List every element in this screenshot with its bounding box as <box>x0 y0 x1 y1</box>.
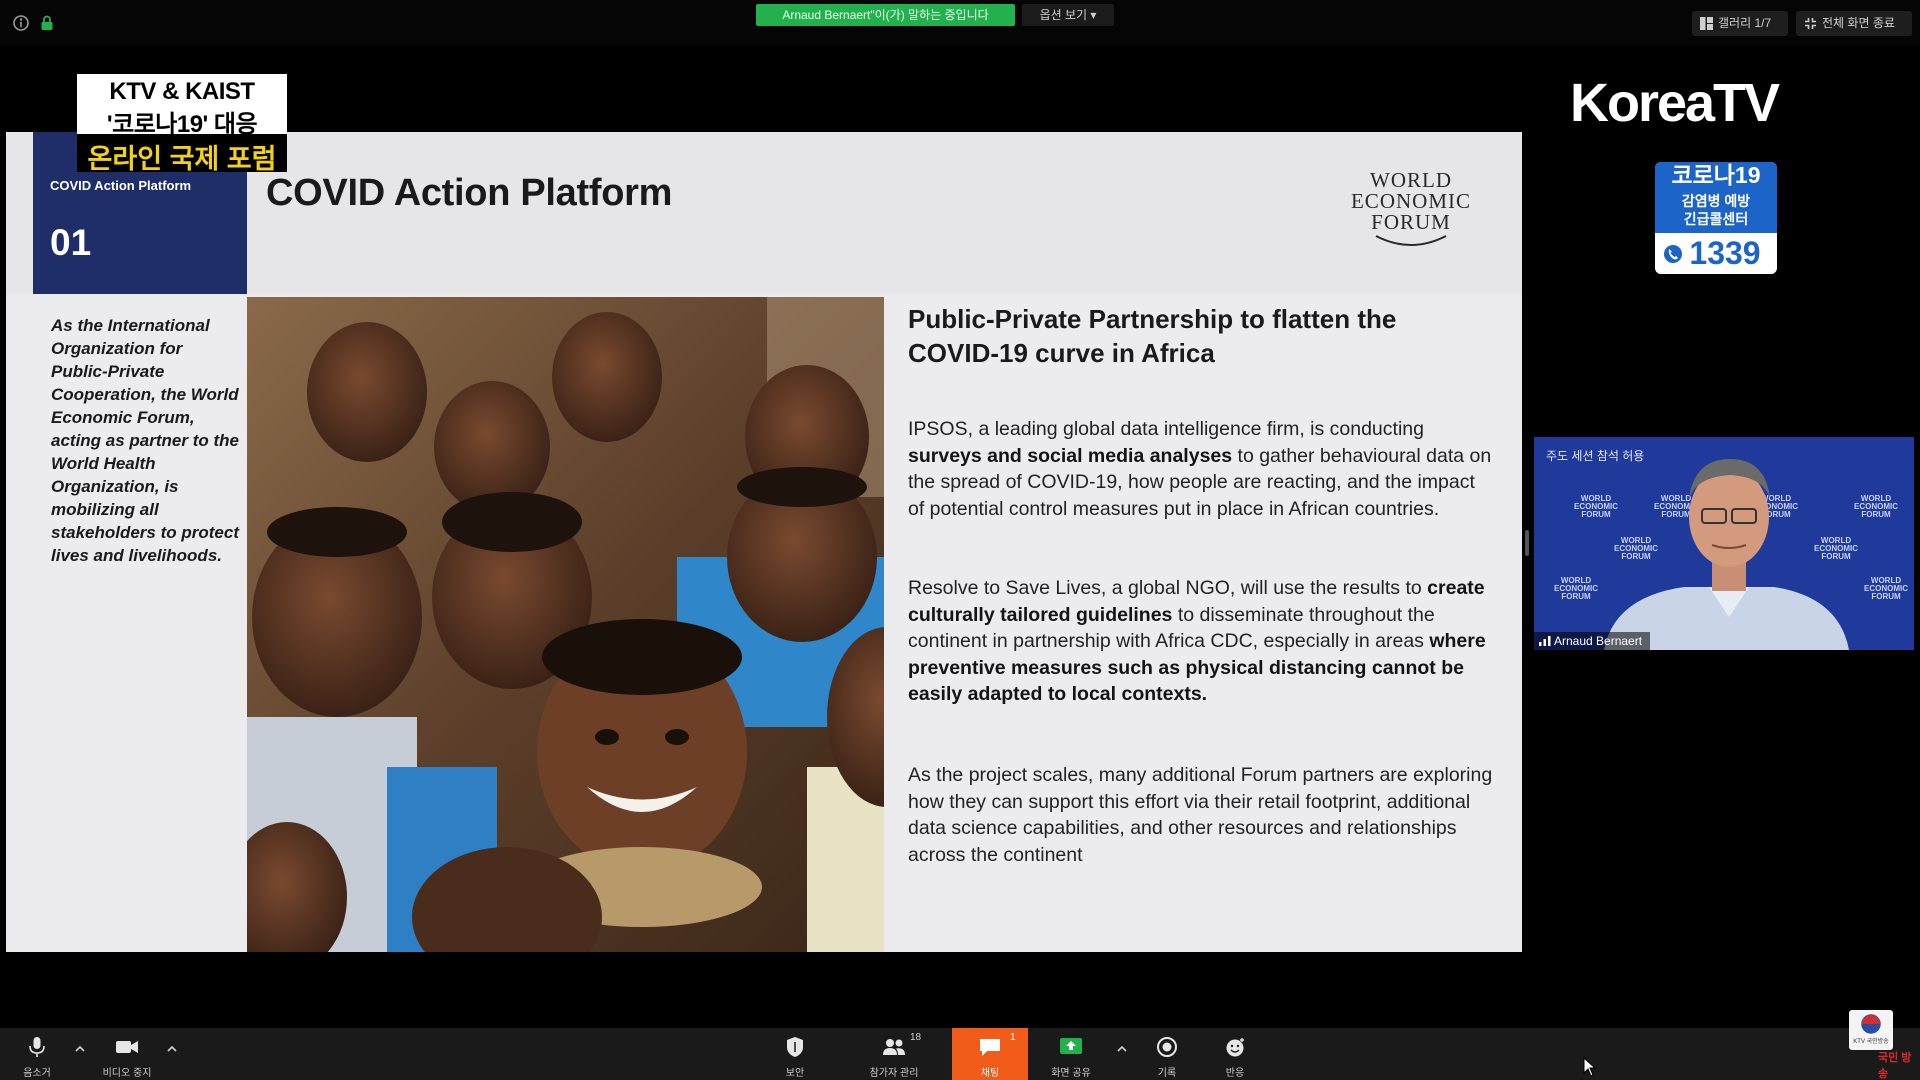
stop-video-label: 비디오 중지 <box>102 1068 152 1079</box>
meeting-info-icon[interactable] <box>12 14 30 32</box>
active-speaker-banner: Arnaud Bernaert"이(가) 말하는 중입니다 <box>756 4 1015 26</box>
logo-swoosh-icon <box>1375 235 1447 246</box>
signal-strength-icon <box>1539 636 1551 646</box>
participants-count: 18 <box>910 1032 922 1043</box>
reactions-label: 반응 <box>1225 1068 1245 1079</box>
badge-top-panel: KTV & KAIST '코로나19' 대응 <box>77 74 287 138</box>
record-icon <box>1157 1037 1177 1057</box>
mute-label: 음소거 <box>23 1068 51 1079</box>
exit-fullscreen-icon <box>1805 18 1816 29</box>
shield-icon <box>787 1037 803 1057</box>
para2-text-a: Resolve to Save Lives, a global NGO, wil… <box>908 577 1428 599</box>
section-label: COVID Action Platform <box>50 178 192 193</box>
logo-line-economic: ECONOMIC <box>1350 189 1471 213</box>
record-button[interactable]: 기록 <box>1148 1028 1186 1080</box>
stop-video-button[interactable]: 비디오 중지 <box>98 1028 156 1080</box>
security-label: 보안 <box>785 1068 805 1079</box>
children-photo <box>247 297 884 952</box>
slide-side-caption: As the International Organization for Pu… <box>51 316 239 565</box>
resolve-paragraph: Resolve to Save Lives, a global NGO, wil… <box>908 575 1493 708</box>
para1-text-a: IPSOS, a leading global data intelligenc… <box>908 418 1424 440</box>
ktv-corner-mark: KTV 국민방송 <box>1849 1010 1893 1050</box>
koreatv-channel-logo: KoreaTV <box>1570 73 1780 133</box>
microphone-icon <box>29 1037 45 1057</box>
ipsos-paragraph: IPSOS, a leading global data intelligenc… <box>908 416 1493 522</box>
section-number: 01 <box>50 222 92 263</box>
participant-video-tile[interactable]: WORLD ECONOMIC FORUM WORLD ECONOMIC FORUM WO… <box>1534 437 1914 650</box>
logo-line-world: WORLD <box>1370 168 1452 192</box>
share-options-caret-icon[interactable] <box>1116 1044 1128 1054</box>
logo-line-forum: FORUM <box>1371 210 1451 234</box>
chat-label: 채팅 <box>980 1068 1000 1079</box>
ktv-emblem-icon <box>1861 1014 1881 1034</box>
hotline-subtitle: 감염병 예방 긴급콜센터 <box>1655 189 1777 233</box>
mouse-cursor-icon <box>1583 1057 1597 1077</box>
hotline-subtitle-line1: 감염병 예방 <box>1681 193 1751 209</box>
forum-title-badge: KTV & KAIST '코로나19' 대응 온라인 국제 포럼 <box>77 74 287 174</box>
reactions-button[interactable]: 반응 <box>1216 1028 1254 1080</box>
hotline-title: 코로나19 <box>1655 162 1777 189</box>
chat-unread-count: 1 <box>1010 1032 1016 1043</box>
gallery-view-button[interactable]: 갤러리 1/7 <box>1692 11 1788 36</box>
exit-fullscreen-button[interactable]: 전체 화면 종료 <box>1796 11 1912 36</box>
emoji-reaction-icon <box>1226 1038 1244 1057</box>
share-screen-icon <box>1060 1038 1082 1054</box>
chat-button[interactable]: 1 채팅 <box>952 1028 1028 1080</box>
security-button[interactable]: 보안 <box>776 1028 814 1080</box>
hotline-number: 1339 <box>1689 235 1761 271</box>
encryption-lock-icon[interactable] <box>38 14 56 32</box>
record-label: 기록 <box>1157 1068 1177 1079</box>
badge-line-3: 온라인 국제 포럼 <box>87 144 277 174</box>
participants-label: 참가자 관리 <box>869 1068 919 1079</box>
meeting-top-bar: Arnaud Bernaert"이(가) 말하는 중입니다 옵션 보기 ▾ 갤러… <box>0 0 1920 46</box>
ktv-corner-text: KTV 국민방송 <box>1853 1039 1889 1045</box>
participants-button[interactable]: 18 참가자 관리 <box>860 1028 928 1080</box>
badge-line-1: KTV & KAIST <box>109 78 255 105</box>
share-screen-button[interactable]: 화면 공유 <box>1042 1028 1100 1080</box>
participant-name: Arnaud Bernaert <box>1554 634 1643 648</box>
exit-fullscreen-label: 전체 화면 종료 <box>1822 16 1895 30</box>
gallery-view-label: 갤러리 1/7 <box>1718 16 1772 30</box>
covid-hotline-badge: 코로나19 감염병 예방 긴급콜센터 1339 <box>1655 162 1777 274</box>
participants-icon <box>883 1039 905 1055</box>
audio-options-caret-icon[interactable] <box>74 1044 86 1054</box>
shared-screen-slide: COVID Action Platform 01 COVID Action Pl… <box>6 132 1522 952</box>
slide-content-heading: Public-Private Partnership to flatten th… <box>908 304 1397 368</box>
para1-bold: surveys and social media analyses <box>908 444 1233 467</box>
grid-icon <box>1700 17 1713 30</box>
children-photo-illustration <box>247 297 884 952</box>
participant-name-label: Arnaud Bernaert <box>1534 632 1651 650</box>
badge-bottom-panel: 온라인 국제 포럼 <box>77 134 287 174</box>
tile-top-label: 주도 세션 참석 허용 <box>1546 449 1645 463</box>
speaker-video-feed <box>1604 459 1849 650</box>
view-options-button[interactable]: 옵션 보기 ▾ <box>1022 4 1114 26</box>
world-economic-forum-logo: WORLD ECONOMIC FORUM <box>1336 170 1486 260</box>
panel-resize-handle[interactable] <box>1525 530 1529 556</box>
chat-bubble-icon <box>980 1039 1000 1056</box>
video-options-caret-icon[interactable] <box>166 1044 178 1054</box>
scaling-paragraph: As the project scales, many additional F… <box>908 764 1493 866</box>
video-camera-icon <box>116 1041 138 1053</box>
meeting-toolbar: 음소거 비디오 중지 보안 18 참가자 관리 1 채팅 화면 공유 기록 반응 <box>0 1028 1920 1080</box>
mute-button[interactable]: 음소거 <box>14 1028 60 1080</box>
slide-title: COVID Action Platform <box>266 172 673 214</box>
share-screen-label: 화면 공유 <box>1051 1068 1091 1079</box>
hotline-subtitle-line2: 긴급콜센터 <box>1683 211 1749 227</box>
ktv-corner-red-text: 국민 방송 <box>1878 1052 1912 1080</box>
